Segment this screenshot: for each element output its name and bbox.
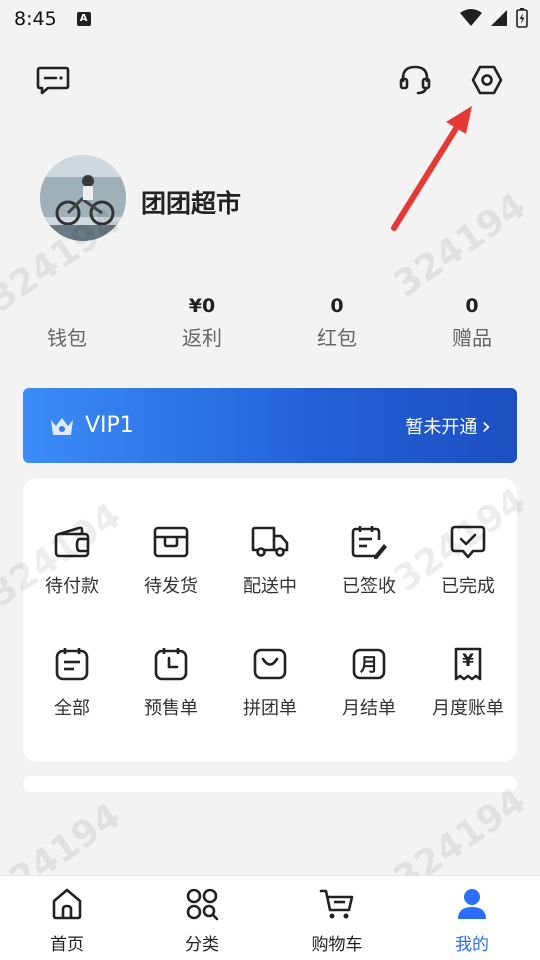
order-monthly-settlement[interactable]: 月 月结单 — [320, 644, 418, 720]
month-glyph: 月 — [360, 655, 378, 676]
stat-label: 赠品 — [452, 326, 492, 350]
stat-red-packet[interactable]: 0 红包 — [277, 293, 397, 351]
order-completed[interactable]: 已完成 — [419, 522, 517, 598]
vip-status-link[interactable]: 暂未开通 › — [405, 413, 491, 439]
bottom-nav: 首页 分类 购物车 我的 — [0, 875, 540, 960]
list-icon — [55, 648, 89, 681]
stat-gifts[interactable]: 0 赠品 — [412, 293, 532, 351]
battery-icon — [516, 8, 528, 28]
message-icon — [36, 66, 70, 95]
settings-hexagon-icon — [471, 65, 503, 95]
headset-icon — [399, 65, 431, 95]
order-label: 配送中 — [243, 576, 297, 597]
settings-button[interactable] — [467, 60, 507, 100]
order-pending-shipment[interactable]: 待发货 — [122, 522, 220, 598]
stat-rebate[interactable]: ¥0 返利 — [142, 293, 262, 351]
order-label: 月度账单 — [432, 698, 504, 719]
crown-icon — [51, 417, 73, 435]
cart-icon — [319, 889, 354, 919]
status-time: 8:45 — [14, 8, 57, 30]
order-label: 全部 — [54, 698, 90, 719]
truck-icon — [251, 526, 289, 557]
nav-home[interactable]: 首页 — [22, 884, 112, 955]
stat-label: 返利 — [182, 326, 222, 350]
nav-label: 分类 — [185, 935, 219, 955]
avatar-image — [40, 155, 126, 241]
stat-label: 红包 — [317, 326, 357, 350]
order-label: 待付款 — [45, 576, 99, 597]
nav-cart[interactable]: 购物车 — [292, 884, 382, 955]
order-all[interactable]: 全部 — [23, 644, 121, 720]
user-icon — [458, 889, 486, 919]
order-label: 拼团单 — [243, 698, 297, 719]
account-stats: 钱包 ¥0 返利 0 红包 0 赠品 — [0, 293, 540, 353]
stat-value: 0 — [330, 295, 344, 317]
order-label: 月结单 — [342, 698, 396, 719]
nav-label: 购物车 — [311, 935, 363, 955]
order-signed[interactable]: 已签收 — [320, 522, 418, 598]
home-icon — [52, 888, 82, 920]
avatar[interactable] — [40, 155, 126, 241]
wallet-icon — [54, 526, 90, 558]
signal-icon — [491, 10, 507, 26]
secondary-card — [23, 776, 517, 792]
stat-label: 钱包 — [47, 326, 87, 350]
clock-icon — [154, 648, 188, 681]
nav-category[interactable]: 分类 — [157, 884, 247, 955]
order-monthly-bill[interactable]: ¥ 月度账单 — [419, 644, 517, 720]
user-name[interactable]: 团团超市 — [141, 184, 241, 220]
order-pending-payment[interactable]: 待付款 — [23, 522, 121, 598]
vip-status-text: 暂未开通 — [405, 416, 478, 438]
vip-banner[interactable]: VIP1 暂未开通 › — [23, 388, 517, 463]
order-presale[interactable]: 预售单 — [122, 644, 220, 720]
status-icons — [460, 8, 528, 28]
yen-glyph: ¥ — [462, 651, 474, 671]
stat-value: 0 — [465, 295, 479, 317]
message-button[interactable] — [33, 60, 73, 100]
sign-icon — [351, 526, 387, 559]
stat-wallet[interactable]: 钱包 — [7, 293, 127, 351]
annotation-arrow — [391, 106, 472, 231]
stat-value: ¥0 — [188, 295, 216, 317]
order-label: 已签收 — [342, 576, 396, 597]
order-label: 已完成 — [441, 576, 495, 597]
nav-label: 首页 — [50, 935, 84, 955]
order-in-delivery[interactable]: 配送中 — [221, 522, 319, 598]
customer-service-button[interactable] — [395, 60, 435, 100]
check-chat-icon — [450, 525, 486, 559]
group-bag-icon — [253, 648, 287, 680]
stat-value — [7, 293, 127, 319]
nav-mine[interactable]: 我的 — [427, 884, 517, 955]
order-label: 预售单 — [144, 698, 198, 719]
status-bar: 8:45 A — [0, 0, 540, 38]
order-label: 待发货 — [144, 576, 198, 597]
box-icon — [153, 526, 189, 558]
vip-level: VIP1 — [85, 413, 134, 438]
wifi-icon — [460, 9, 482, 26]
nav-label: 我的 — [455, 935, 489, 955]
orders-card: 待付款 待发货 配送中 已签收 已完成 全部 预售单 拼团单 月 月结单 ¥ 月… — [23, 478, 517, 762]
chevron-right-icon: › — [481, 411, 491, 440]
notification-icon: A — [76, 12, 91, 26]
category-icon — [186, 888, 219, 921]
order-group-buy[interactable]: 拼团单 — [221, 644, 319, 720]
